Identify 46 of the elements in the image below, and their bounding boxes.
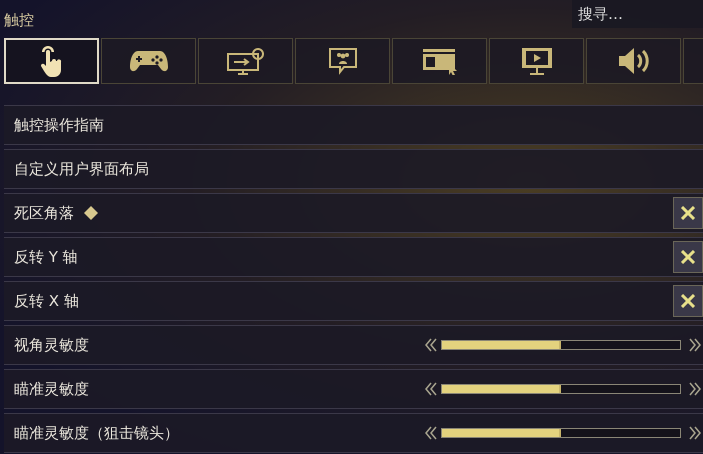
tab[interactable] — [295, 38, 390, 84]
window-cursor-icon — [420, 47, 458, 75]
setting-row[interactable]: 反转 Y 轴 — [4, 237, 703, 277]
tab[interactable] — [198, 38, 293, 84]
tab[interactable] — [489, 38, 584, 84]
setting-label: 瞄准灵敏度（狙击镜头） — [14, 422, 179, 444]
tab[interactable] — [586, 38, 681, 84]
tab[interactable] — [101, 38, 196, 84]
cross-icon — [681, 206, 695, 220]
checkbox[interactable] — [673, 241, 703, 273]
monitor-gear-icon — [226, 46, 266, 76]
monitor-play-icon — [520, 46, 554, 76]
setting-label: 视角灵敏度 — [14, 334, 89, 356]
setting-row[interactable]: 死区角落 — [4, 193, 703, 233]
double-chevron-right-icon[interactable] — [689, 338, 701, 352]
setting-row[interactable]: 自定义用户界面布局 — [4, 149, 703, 189]
setting-label: 瞄准灵敏度 — [14, 378, 89, 400]
slider-track[interactable] — [441, 428, 681, 438]
setting-row[interactable]: 瞄准灵敏度 — [4, 369, 703, 409]
setting-row[interactable]: 视角灵敏度 — [4, 325, 703, 365]
setting-row[interactable]: 触控操作指南 — [4, 105, 703, 145]
setting-row[interactable]: 瞄准灵敏度（狙击镜头） — [4, 413, 703, 453]
setting-label: 反转 X 轴 — [14, 290, 79, 312]
double-chevron-left-icon[interactable] — [425, 338, 437, 352]
double-chevron-left-icon[interactable] — [425, 426, 437, 440]
slider-track[interactable] — [441, 384, 681, 394]
cross-icon — [681, 294, 695, 308]
gamepad-icon — [128, 49, 168, 73]
double-chevron-right-icon[interactable] — [689, 382, 701, 396]
cross-icon — [681, 250, 695, 264]
checkbox[interactable] — [673, 285, 703, 317]
slider-track[interactable] — [441, 340, 681, 350]
checkbox[interactable] — [673, 197, 703, 229]
setting-label: 反转 Y 轴 — [14, 246, 78, 268]
chat-bubble-icon — [328, 46, 358, 76]
section-title: 触控 — [4, 10, 34, 31]
double-chevron-right-icon[interactable] — [689, 426, 701, 440]
speaker-icon — [616, 46, 650, 76]
search-field[interactable]: 搜寻… — [572, 0, 703, 28]
setting-row[interactable]: 反转 X 轴 — [4, 281, 703, 321]
setting-label: 自定义用户界面布局 — [14, 158, 149, 180]
pointing-hand-icon — [40, 44, 64, 78]
setting-label: 触控操作指南 — [14, 114, 104, 136]
setting-label: 死区角落 — [14, 202, 74, 224]
tab[interactable] — [392, 38, 487, 84]
double-chevron-left-icon[interactable] — [425, 382, 437, 396]
